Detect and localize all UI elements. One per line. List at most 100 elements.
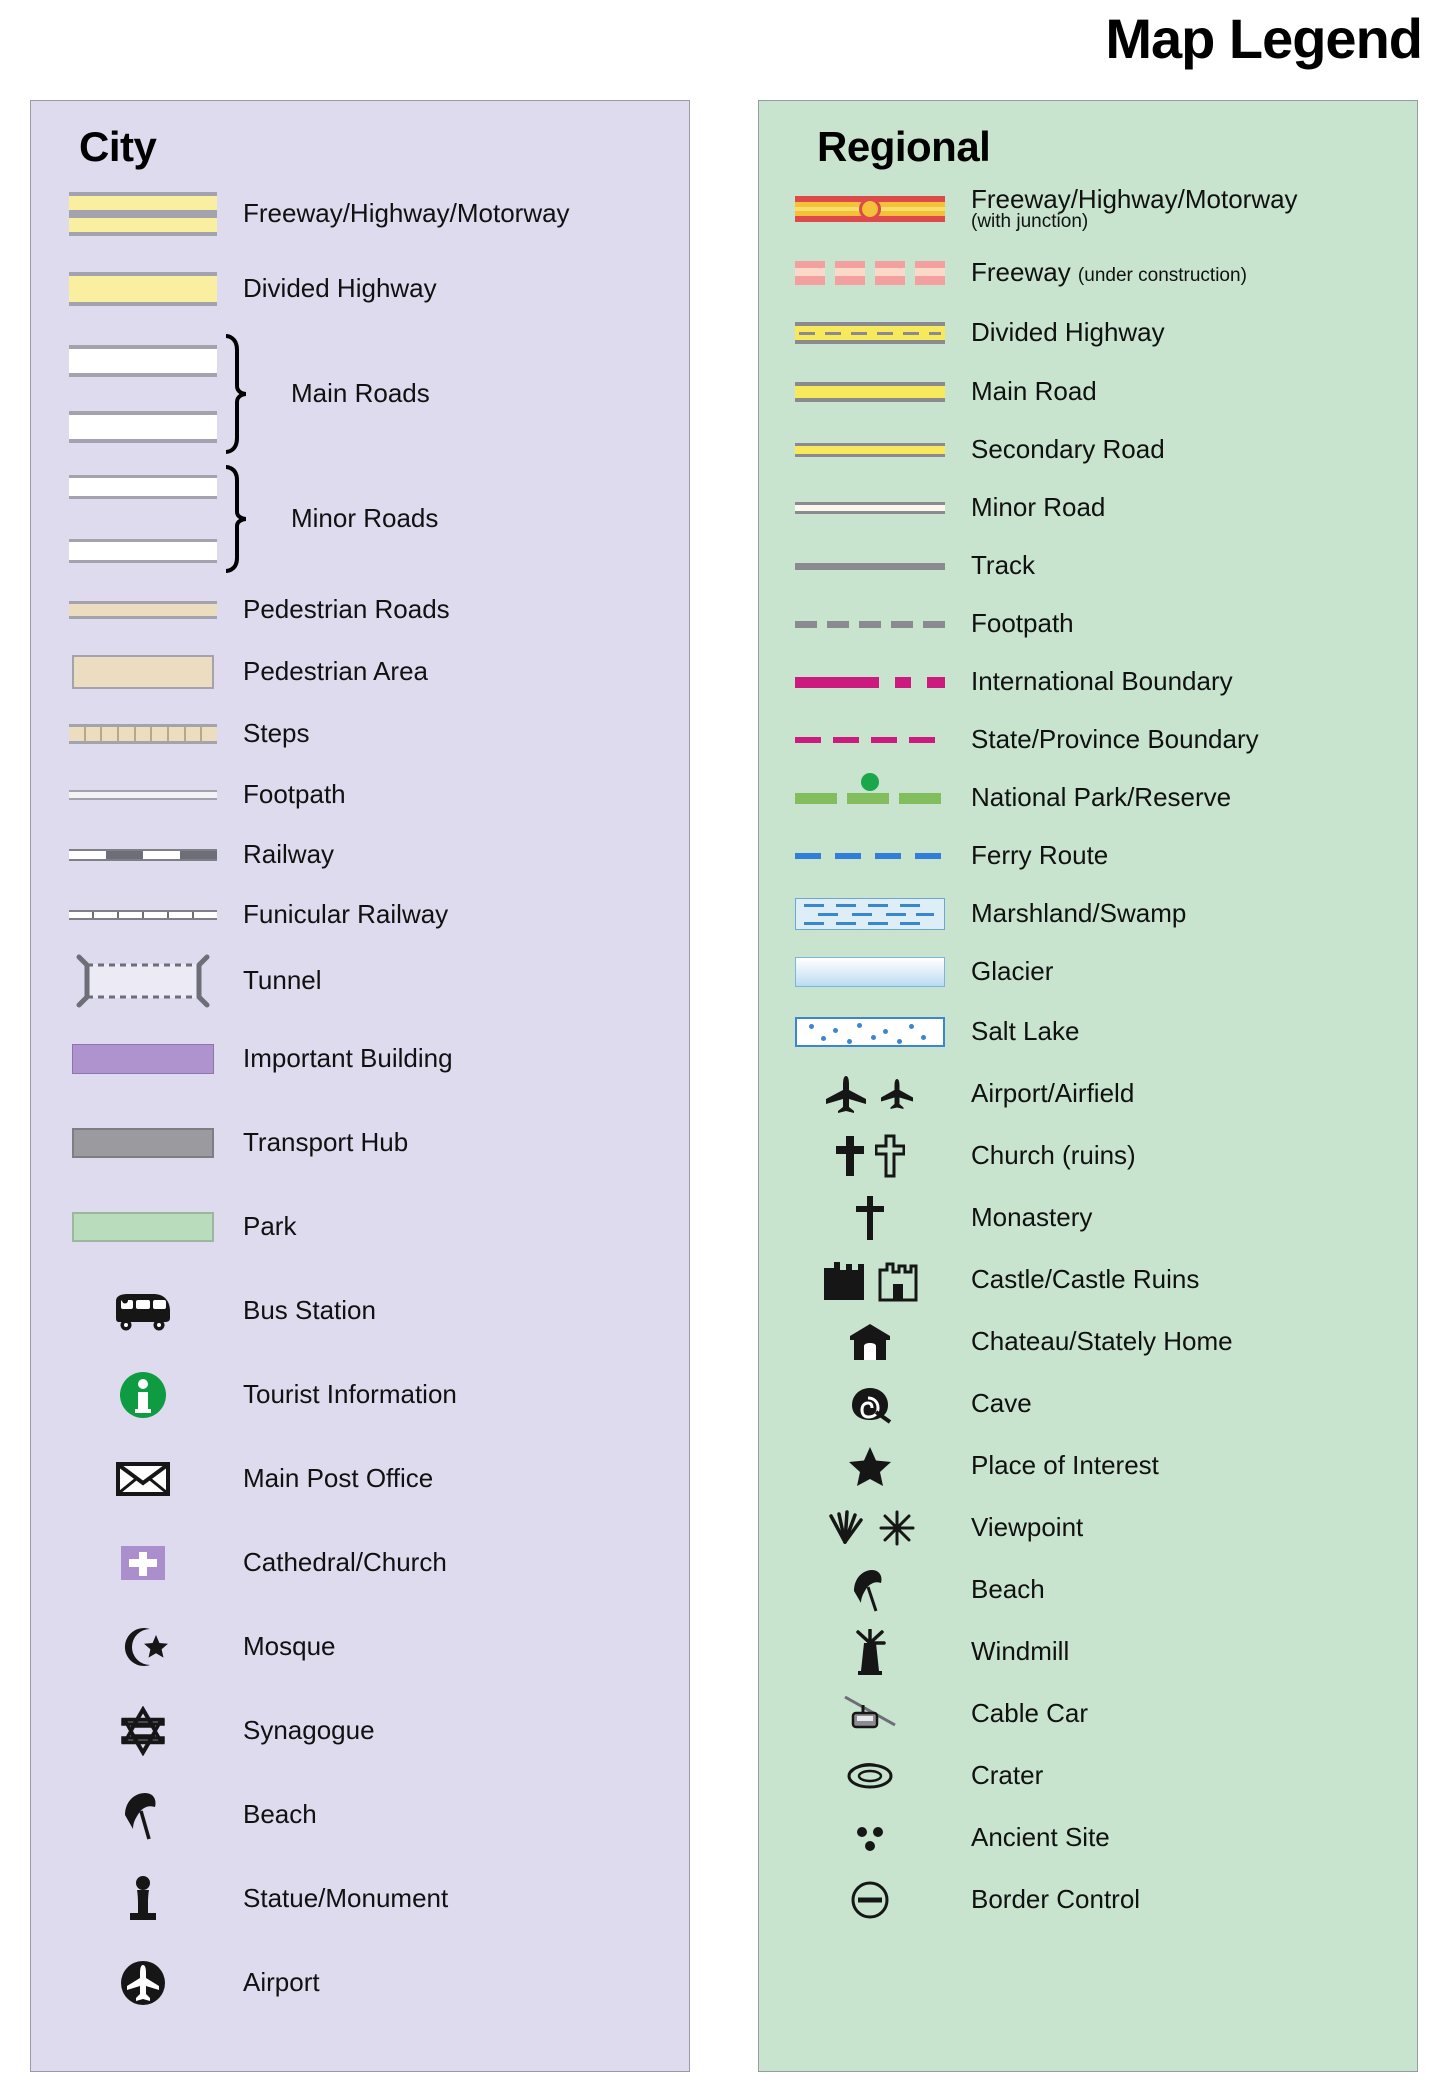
city-divided-highway-symbol [53,272,233,306]
legend-label: Ferry Route [971,840,1109,871]
legend-row[interactable]: Main Post Office [31,1437,689,1521]
legend-row[interactable]: Pedestrian Roads [31,579,689,641]
legend-row[interactable]: Monastery [759,1187,1417,1249]
legend-label: Cathedral/Church [243,1547,447,1578]
legend-row[interactable]: Ferry Route [759,827,1417,885]
crater-icon [777,1759,963,1793]
legend-row[interactable]: Ancient Site [759,1807,1417,1869]
legend-row[interactable]: Minor Roads [31,459,689,579]
legend-row[interactable]: Main Road [759,363,1417,421]
salt-lake-symbol [777,1017,963,1047]
legend-row[interactable]: Airport [31,1941,689,2025]
legend-row[interactable]: Synagogue [31,1689,689,1773]
legend-row[interactable]: Freeway/Highway/Motorway [31,179,689,249]
legend-row[interactable]: Secondary Road [759,421,1417,479]
junction-icon [859,198,881,220]
windmill-icon [777,1629,963,1675]
legend-row[interactable]: Church (ruins) [759,1125,1417,1187]
legend-label: Bus Station [243,1295,376,1326]
city-pedestrian-roads-symbol [53,601,233,619]
legend-row[interactable]: Footpath [31,765,689,825]
legend-row[interactable]: Windmill [759,1621,1417,1683]
legend-row[interactable]: Railway [31,825,689,885]
legend-row[interactable]: Glacier [759,943,1417,1001]
legend-label: Tourist Information [243,1379,457,1410]
legend-row[interactable]: National Park/Reserve [759,769,1417,827]
legend-row[interactable]: Footpath [759,595,1417,653]
legend-row[interactable]: Cable Car [759,1683,1417,1745]
city-legend-panel: City Freeway/Highway/Motorway Divided Hi… [30,100,690,2072]
legend-row[interactable]: Border Control [759,1869,1417,1931]
legend-label: Crater [971,1760,1044,1791]
legend-row[interactable]: Cathedral/Church [31,1521,689,1605]
legend-label: Statue/Monument [243,1883,449,1914]
legend-row[interactable]: Minor Road [759,479,1417,537]
city-main-roads-symbol [53,345,233,443]
legend-label: Beach [971,1574,1045,1605]
legend-label: Monastery [971,1202,1093,1233]
legend-row[interactable]: Statue/Monument [31,1857,689,1941]
legend-label: Divided Highway [971,317,1165,348]
legend-row[interactable]: Salt Lake [759,1001,1417,1063]
cable-car-icon [777,1691,963,1737]
legend-row[interactable]: Mosque [31,1605,689,1689]
legend-label: National Park/Reserve [971,782,1232,813]
viewpoint-icons [777,1508,963,1548]
airfield-icon [881,1079,913,1109]
legend-row[interactable]: Divided Highway [31,249,689,329]
legend-row[interactable]: Bus Station [31,1269,689,1353]
legend-row[interactable]: Pedestrian Area [31,641,689,703]
regional-minor-road-symbol [777,502,963,514]
legend-label: Marshland/Swamp [971,898,1187,929]
legend-label: Main Road [971,376,1097,407]
legend-row[interactable]: Steps [31,703,689,765]
legend-row[interactable]: International Boundary [759,653,1417,711]
legend-label-text: Freeway/Highway/Motorway [971,183,1298,214]
page-title: Map Legend [1105,7,1423,70]
city-railway-symbol [53,849,233,861]
legend-row[interactable]: State/Province Boundary [759,711,1417,769]
legend-label: Transport Hub [243,1127,409,1158]
city-footpath-symbol [53,790,233,800]
legend-row[interactable]: Track [759,537,1417,595]
church-ruins-cross-icon [875,1134,905,1178]
city-steps-symbol [53,724,233,744]
star-icon [777,1445,963,1487]
legend-row[interactable]: Important Building [31,1017,689,1101]
legend-row[interactable]: Tunnel [31,945,689,1017]
legend-row[interactable]: Cave [759,1373,1417,1435]
legend-row[interactable]: Beach [31,1773,689,1857]
legend-row[interactable]: Main Roads [31,329,689,459]
legend-label: Tunnel [243,965,322,996]
legend-label: Main Roads [291,378,430,409]
viewpoint-star-icon [879,1510,915,1546]
legend-label: Funicular Railway [243,899,449,930]
city-funicular-railway-symbol [53,910,233,920]
legend-label: State/Province Boundary [971,724,1259,755]
legend-row[interactable]: Transport Hub [31,1101,689,1185]
legend-row[interactable]: Chateau/Stately Home [759,1311,1417,1373]
legend-label: Castle/Castle Ruins [971,1264,1200,1295]
city-rows: Freeway/Highway/Motorway Divided Highway [31,179,689,2025]
map-legend-page: Map Legend City Freeway/Highway/Motorway… [0,0,1440,2100]
monastery-icon [777,1194,963,1242]
regional-track-symbol [777,562,963,570]
legend-row[interactable]: Place of Interest [759,1435,1417,1497]
legend-row[interactable]: Viewpoint [759,1497,1417,1559]
legend-row[interactable]: Freeway/Highway/Motorway (with junction) [759,175,1417,243]
legend-label: Minor Road [971,492,1106,523]
ancient-site-icon [777,1821,963,1855]
legend-row[interactable]: Airport/Airfield [759,1063,1417,1125]
regional-main-road-symbol [777,382,963,402]
legend-row[interactable]: Tourist Information [31,1353,689,1437]
legend-label: Footpath [971,608,1074,639]
legend-row[interactable]: Castle/Castle Ruins [759,1249,1417,1311]
legend-row[interactable]: Crater [759,1745,1417,1807]
legend-row[interactable]: Freeway (under construction) [759,243,1417,303]
legend-row[interactable]: Beach [759,1559,1417,1621]
legend-row[interactable]: Marshland/Swamp [759,885,1417,943]
legend-row[interactable]: Divided Highway [759,303,1417,363]
city-pedestrian-area-symbol [53,655,233,689]
legend-row[interactable]: Funicular Railway [31,885,689,945]
legend-row[interactable]: Park [31,1185,689,1269]
